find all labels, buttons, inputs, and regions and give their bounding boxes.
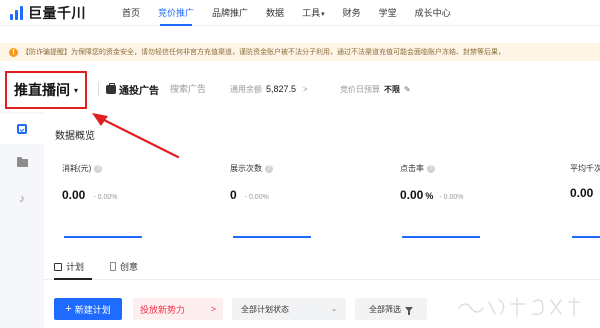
active-tab-indicator [54, 278, 92, 280]
nav-item-bidding[interactable]: 竞价推广 [158, 0, 194, 26]
metric-value: 0.00 [62, 188, 86, 202]
metric-impressions[interactable]: 展示次数 ? 0 - 0.00% [230, 163, 390, 243]
metric-change: - 0.00% [93, 194, 118, 201]
chevron-down-icon: ▾ [321, 10, 325, 18]
nav-item-tools[interactable]: 工具▾ [302, 0, 325, 26]
metric-value: 0 [230, 188, 237, 202]
marketing-goal-select[interactable]: 推直播间 ▾ [5, 71, 87, 109]
warning-text: 【防诈骗提醒】为保障您的资金安全，请勿轻信任何非官方充值渠道，谨防资金账户被不法… [22, 49, 505, 56]
plan-status-select[interactable]: 全部计划状态 ⌄ [232, 298, 346, 320]
nav-item-data[interactable]: 数据 [266, 0, 284, 26]
calendar-icon [54, 262, 62, 271]
metric-underline [572, 236, 600, 238]
chevron-right-icon: > [303, 84, 308, 94]
budget-label: 竞价日预算 [340, 84, 380, 94]
phone-icon [110, 262, 116, 271]
logo-bars-icon [10, 5, 23, 20]
rail-item-assets[interactable] [0, 148, 44, 178]
metric-underline [402, 236, 480, 238]
general-ad-tab[interactable]: 通投广告 [106, 82, 159, 97]
general-ad-label: 通投广告 [119, 85, 159, 97]
folder-icon [16, 157, 28, 167]
marketing-goal-label: 推直播间 [13, 82, 70, 98]
logo-text: 巨量千川 [28, 4, 86, 21]
metric-label: 展示次数 [230, 164, 262, 173]
calendar-check-icon [17, 124, 27, 134]
balance-value: 5,827.5 [266, 84, 297, 94]
nav-item-tools-label: 工具 [302, 7, 321, 18]
logo[interactable]: 巨量千川 [10, 3, 102, 23]
section-title: 数据概览 [55, 131, 95, 142]
tab-creative[interactable]: 创意 [110, 260, 138, 273]
metric-underline [64, 236, 142, 238]
all-filter-button[interactable]: 全部筛选 [355, 298, 427, 320]
tab-creative-label: 创意 [120, 262, 139, 272]
plan-status-label: 全部计划状态 [241, 304, 289, 314]
chevron-right-icon: > [210, 304, 216, 314]
left-rail: ♪ [0, 112, 44, 328]
help-icon[interactable]: ? [265, 164, 273, 173]
funnel-icon [405, 306, 413, 315]
watermark-graphic [458, 297, 580, 317]
plus-icon: + [65, 302, 72, 315]
chevron-down-icon: ⌄ [331, 306, 337, 313]
briefcase-icon [106, 82, 116, 94]
pencil-icon[interactable]: ✎ [404, 85, 411, 94]
balance-info[interactable]: 通用余额 5,827.5 > [230, 82, 308, 96]
sub-header: 推直播间 ▾ 通投广告 搜索广告 通用余额 5,827.5 > 竞价日预算 不限… [0, 68, 600, 112]
all-filter-label: 全部筛选 [369, 304, 401, 314]
chevron-down-icon: ▾ [73, 85, 78, 95]
promo-label: 投放新势力 [140, 304, 186, 315]
nav-item-academy[interactable]: 学堂 [379, 0, 397, 26]
nav-item-growth[interactable]: 成长中心 [415, 0, 451, 26]
nav-item-finance[interactable]: 财务 [343, 0, 361, 26]
new-plan-button[interactable]: + 新建计划 [54, 298, 122, 320]
nav-item-brand[interactable]: 品牌推广 [212, 0, 248, 26]
warning-icon: ! [9, 47, 18, 57]
plan-tabs: 计划 创意 [44, 252, 600, 280]
tab-plan[interactable]: 计划 [54, 260, 84, 273]
daily-budget-info: 竞价日预算 不限 ✎ [340, 82, 411, 96]
rail-item-overview[interactable] [0, 114, 44, 144]
metric-cost[interactable]: 消耗(元) ? 0.00 - 0.00% [62, 163, 222, 243]
search-ad-tab[interactable]: 搜索广告 [170, 82, 206, 96]
tab-plan-label: 计划 [66, 262, 85, 272]
metric-change: - 0.00% [244, 194, 269, 201]
balance-label: 通用余额 [230, 84, 262, 94]
promo-button[interactable]: 投放新势力 > [133, 298, 223, 320]
metric-label: 平均千次展现费用 [570, 164, 600, 173]
rail-item-douyin[interactable]: ♪ [0, 184, 44, 214]
nav-item-home[interactable]: 首页 [122, 0, 140, 26]
douyin-icon: ♪ [19, 193, 25, 205]
metric-label: 点击率 [400, 164, 424, 173]
new-plan-label: 新建计划 [74, 304, 111, 315]
budget-value: 不限 [384, 84, 400, 94]
metric-value: 0.00 [570, 186, 594, 200]
metric-label: 消耗(元) [62, 164, 92, 173]
metric-underline [233, 236, 311, 238]
fraud-warning-bar: ! 【防诈骗提醒】为保障您的资金安全，请勿轻信任何非官方充值渠道，谨防资金账户被… [0, 43, 600, 61]
metric-unit: % [425, 191, 434, 201]
metric-cpm[interactable]: 平均千次展现费用 0.00 [570, 163, 600, 243]
top-nav: 巨量千川 首页 竞价推广 品牌推广 数据 工具▾ 财务 学堂 成长中心 [0, 0, 600, 26]
metric-change: - 0.00% [439, 194, 464, 201]
metric-value: 0.00 [400, 188, 424, 202]
metric-ctr[interactable]: 点击率 ? 0.00% - 0.00% [400, 163, 560, 243]
help-icon[interactable]: ? [427, 164, 435, 173]
help-icon[interactable]: ? [94, 164, 103, 173]
divider [98, 82, 99, 96]
